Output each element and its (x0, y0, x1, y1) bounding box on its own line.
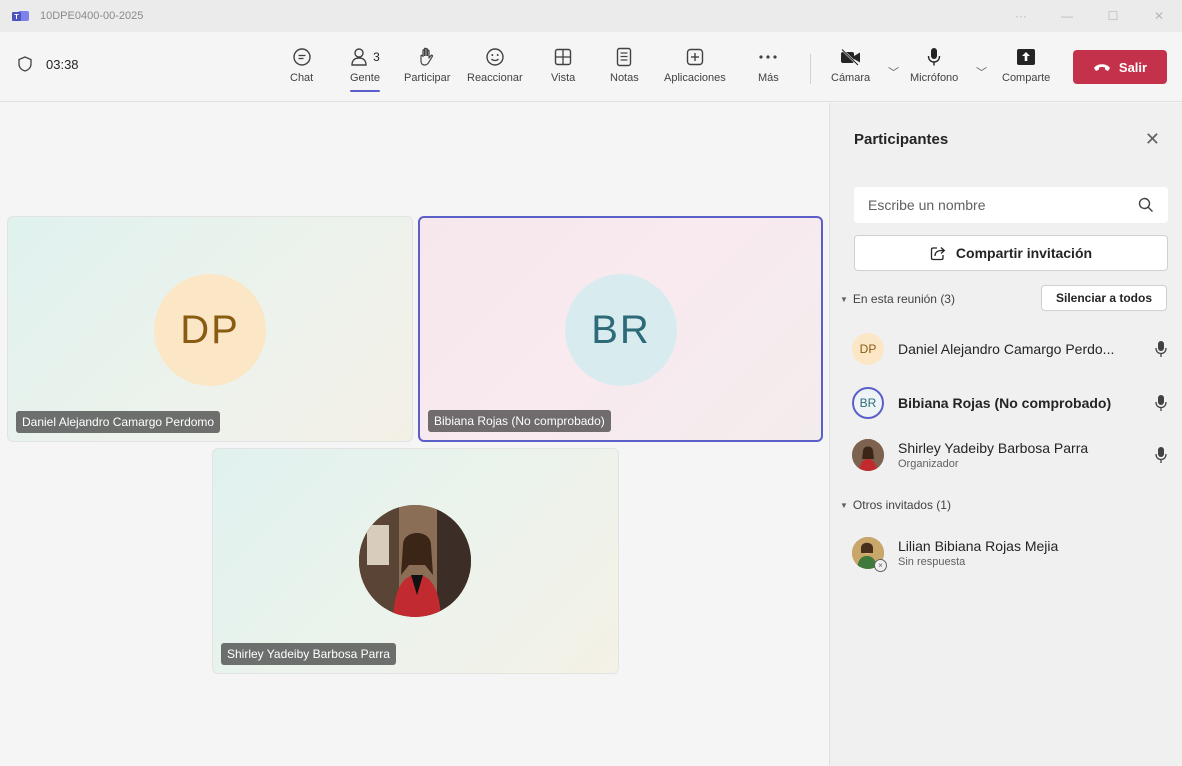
participant-name-tag: Shirley Yadeiby Barbosa Parra (221, 643, 396, 665)
no-response-status-icon: × (874, 559, 887, 572)
profile-photo-avatar: × (852, 537, 887, 572)
microphone-icon (1155, 395, 1167, 411)
chat-icon (292, 48, 311, 66)
meeting-timer: 03:38 (18, 56, 79, 72)
invitee-name: Lilian Bibiana Rojas Mejia (898, 538, 1059, 554)
profile-photo-icon (852, 439, 884, 471)
view-grid-icon (554, 48, 572, 66)
smiley-icon (486, 48, 504, 66)
participant-tile-speaking[interactable]: BR Bibiana Rojas (No comprobado) (418, 216, 823, 442)
meeting-toolbar: 03:38 Chat 3 Gente Participar Reaccionar… (0, 32, 1182, 102)
add-app-icon (686, 48, 704, 66)
profile-photo-avatar (359, 505, 471, 617)
invitee-status: Sin respuesta (898, 556, 966, 568)
raise-hand-button[interactable]: Participar (404, 46, 450, 84)
search-placeholder: Escribe un nombre (868, 197, 986, 213)
participant-name: Shirley Yadeiby Barbosa Parra (898, 440, 1089, 456)
maximize-button[interactable]: ☐ (1090, 9, 1136, 23)
search-icon (1138, 197, 1153, 212)
people-icon (351, 48, 367, 66)
share-screen-icon (1017, 49, 1036, 65)
participant-name: Daniel Alejandro Camargo Perdo... (898, 341, 1115, 357)
microphone-icon (927, 48, 941, 66)
participant-name-tag: Bibiana Rojas (No comprobado) (428, 410, 611, 432)
hang-up-icon (1093, 64, 1110, 71)
avatar: BR (852, 387, 884, 419)
participant-tile[interactable]: DP Daniel Alejandro Camargo Perdomo (7, 216, 413, 442)
title-bar: T 10DPE0400-00-2025 ··· — ☐ ✕ (0, 0, 1182, 32)
apps-button[interactable]: Aplicaciones (664, 46, 726, 84)
participant-role: Organizador (898, 458, 959, 470)
collapse-triangle-icon: ▼ (840, 294, 848, 304)
participant-name-tag: Daniel Alejandro Camargo Perdomo (16, 411, 221, 433)
window-controls: ··· — ☐ ✕ (998, 0, 1182, 32)
microphone-icon (1155, 341, 1167, 357)
notes-icon (617, 47, 632, 67)
camera-off-icon (840, 48, 860, 66)
mute-all-button[interactable]: Silenciar a todos (1041, 285, 1167, 311)
camera-button[interactable]: Cámara (831, 46, 870, 84)
more-button[interactable]: Más (758, 46, 779, 84)
chat-button[interactable]: Chat (290, 46, 313, 84)
video-stage: DP Daniel Alejandro Camargo Perdomo BR B… (0, 103, 829, 766)
microphone-options-chevron-icon[interactable]: ﹀ (976, 64, 987, 80)
leave-button[interactable]: Salir (1073, 50, 1167, 84)
notes-button[interactable]: Notas (610, 46, 639, 84)
microphone-button[interactable]: Micrófono (910, 46, 958, 84)
avatar: DP (852, 333, 884, 365)
participant-row[interactable]: Shirley Yadeiby Barbosa Parra Organizado… (852, 437, 1172, 473)
share-button[interactable]: Comparte (1002, 46, 1050, 84)
shield-icon (18, 56, 32, 72)
profile-photo-avatar (852, 439, 884, 471)
participant-name: Bibiana Rojas (No comprobado) (898, 395, 1112, 411)
svg-text:T: T (14, 14, 19, 21)
profile-photo-icon (359, 505, 471, 617)
participant-search-input[interactable]: Escribe un nombre (854, 187, 1168, 223)
participant-tile[interactable]: Shirley Yadeiby Barbosa Parra (212, 448, 619, 674)
view-button[interactable]: Vista (551, 46, 575, 84)
people-button[interactable]: 3 Gente (350, 46, 380, 84)
microphone-icon (1155, 447, 1167, 463)
teams-logo-icon: T (12, 9, 30, 23)
collapse-triangle-icon: ▼ (840, 500, 848, 510)
participant-row[interactable]: DP Daniel Alejandro Camargo Perdo... (852, 331, 1172, 367)
avatar: DP (154, 274, 266, 386)
raise-hand-icon (420, 47, 434, 66)
participant-row[interactable]: BR Bibiana Rojas (No comprobado) (852, 385, 1172, 421)
participants-panel: Participantes ✕ Escribe un nombre Compar… (829, 103, 1182, 766)
close-window-button[interactable]: ✕ (1136, 9, 1182, 23)
camera-options-chevron-icon[interactable]: ﹀ (888, 64, 899, 80)
other-invitees-section-toggle[interactable]: ▼ Otros invitados (1) (840, 498, 951, 512)
invitee-row[interactable]: × Lilian Bibiana Rojas Mejia Sin respues… (852, 535, 1172, 572)
more-icon (759, 55, 777, 59)
avatar: BR (565, 274, 677, 386)
toolbar-divider (810, 54, 811, 84)
react-button[interactable]: Reaccionar (467, 46, 523, 84)
window-more-button[interactable]: ··· (998, 9, 1044, 23)
minimize-button[interactable]: — (1044, 9, 1090, 23)
window-title: 10DPE0400-00-2025 (40, 10, 144, 22)
people-count-badge: 3 (373, 50, 380, 64)
share-icon (930, 247, 946, 261)
share-invite-button[interactable]: Compartir invitación (854, 235, 1168, 271)
close-panel-icon[interactable]: ✕ (1145, 129, 1160, 150)
in-meeting-section-toggle[interactable]: ▼ En esta reunión (3) (840, 292, 955, 306)
panel-title: Participantes (854, 131, 949, 148)
timer-text: 03:38 (46, 56, 79, 72)
